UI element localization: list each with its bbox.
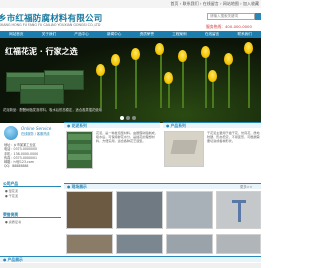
product-section-label[interactable]: ● 花泥系列	[67, 123, 87, 129]
slide-dot[interactable]	[120, 116, 124, 120]
divider	[3, 217, 61, 218]
nav-item-contact[interactable]: 联系我们	[228, 31, 261, 38]
bottom-strip	[0, 263, 261, 268]
banner[interactable]: 红福花泥 · 行家之选 花泥新品：酚醛树脂发泡材料，吸水后形态稳定，适合各类插花…	[0, 38, 261, 123]
nav-item-message[interactable]: 在线留言	[196, 31, 229, 38]
bottom-section-header	[0, 256, 261, 262]
nav-item-about[interactable]: 关于我们	[33, 31, 66, 38]
left-panel-item[interactable]: ● 资质证书	[5, 220, 21, 224]
daffodil	[96, 64, 105, 76]
main-nav: 网站首页 关于我们 产品中心 新闻中心 资质荣誉 工程案例 在线留言 联系我们	[0, 31, 261, 38]
search-button[interactable]	[255, 13, 261, 20]
product-section-label[interactable]: ● 产品系列	[166, 123, 186, 129]
company-name-en: XIANG HONG FU FANG FU CAILIAO YOUXIAN GO…	[0, 23, 101, 27]
slide-dot[interactable]	[126, 116, 130, 120]
contact-line: QQ：88888888	[4, 164, 29, 169]
foam-brick-top	[68, 134, 91, 140]
daffodil	[244, 42, 253, 54]
flower-stem	[160, 53, 162, 108]
left-panel-item[interactable]: ● 干花泥	[5, 194, 18, 198]
search-input[interactable]: 请输入搜索关键词	[207, 13, 255, 20]
product-description: 干花泥主要用于插干花、仿真花，质地较硬，形态稳定，不易变形，可根据需要切割成各种…	[207, 131, 260, 144]
machine-arm	[238, 200, 241, 222]
gallery-label[interactable]: ● 现场展示	[67, 184, 87, 190]
foam-brick-top	[45, 71, 83, 75]
hotline: 服务热线：400-000-0000	[206, 24, 252, 29]
flower-stem	[228, 63, 230, 108]
headset-icon	[4, 126, 18, 140]
flower-stem	[168, 80, 170, 108]
foam-block	[170, 140, 198, 154]
flower-stem	[248, 52, 250, 108]
gallery-image[interactable]	[66, 234, 113, 254]
contact-line: 电话：0373-0000000	[4, 147, 38, 152]
foam-brick-top	[7, 73, 45, 77]
flower-stem	[115, 64, 117, 109]
banner-caption: 花泥新品：酚醛树脂发泡材料，吸水后形态稳定，适合各类插花使用	[3, 108, 102, 112]
nav-item-news[interactable]: 新闻中心	[98, 31, 131, 38]
daffodil	[201, 46, 210, 58]
foam-brick-top	[68, 144, 91, 150]
banner-headline: 红福花泥 · 行家之选	[5, 47, 78, 56]
daffodil	[155, 43, 164, 55]
flower-stem	[100, 73, 102, 108]
daffodil	[178, 50, 187, 62]
daffodil	[111, 54, 120, 66]
nav-item-cases[interactable]: 工程案例	[163, 31, 196, 38]
gallery-image[interactable]	[216, 234, 261, 254]
daffodil	[131, 48, 140, 60]
page: 首页 › 联系我们 › 在线留言 › 网站地图 › 加入收藏 乡市红福防腐材料有…	[0, 0, 261, 268]
gallery-image[interactable]	[116, 234, 163, 254]
foam-brick-top	[68, 154, 91, 160]
product-description: 花泥，是一种发泡型材料，由酚醛树脂制成，吸水后，可保持鲜花水分，是插花的理想材料…	[96, 131, 158, 144]
flower-stem	[205, 56, 207, 108]
service-contact-lines: 地址：乡市某某工业区 电话：0373-0000000 手机：138-0000-0…	[4, 143, 38, 169]
flower-stem	[135, 58, 137, 108]
foam-brick-top	[21, 85, 63, 89]
gallery-image[interactable]	[166, 234, 213, 254]
divider	[3, 186, 61, 187]
daffodil	[224, 53, 233, 65]
gallery-image[interactable]	[116, 191, 163, 229]
top-links[interactable]: 首页 › 联系我们 › 在线留言 › 网站地图 › 加入收藏	[170, 1, 259, 7]
service-subtitle: 在线服务 / 客服热线	[21, 132, 50, 136]
daffodil	[208, 70, 217, 82]
nav-item-honor[interactable]: 资质荣誉	[131, 31, 164, 38]
flower-stem	[212, 78, 214, 108]
gallery-image[interactable]	[166, 191, 213, 229]
nav-item-home[interactable]: 网站首页	[0, 31, 33, 38]
gallery-image[interactable]	[66, 191, 113, 229]
flower-stem	[182, 60, 184, 108]
gallery-more-link[interactable]: 更多>>	[240, 184, 252, 189]
left-panel-item[interactable]: ● 湿花泥	[5, 189, 18, 193]
daffodil	[164, 72, 173, 84]
gallery-header	[64, 183, 261, 189]
slide-dot[interactable]	[132, 116, 136, 120]
nav-item-products[interactable]: 产品中心	[65, 31, 98, 38]
banner-pagination	[120, 116, 136, 120]
